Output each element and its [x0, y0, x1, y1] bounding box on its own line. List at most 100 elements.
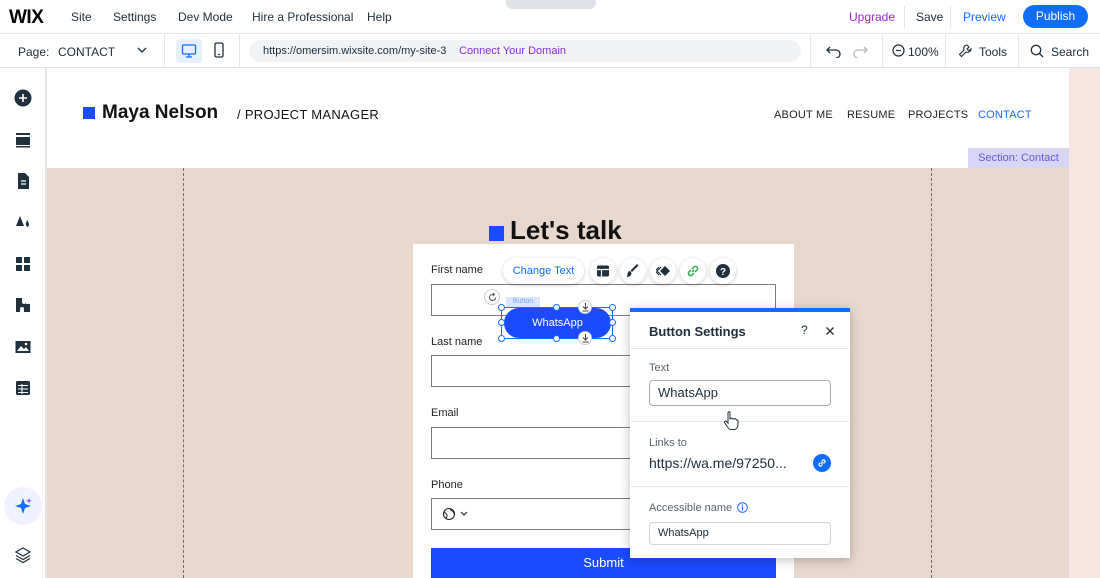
heading-square — [489, 226, 504, 241]
add-elements-icon[interactable] — [14, 89, 32, 107]
save-button[interactable]: Save — [916, 10, 943, 24]
connect-domain-link[interactable]: Connect Your Domain — [459, 45, 566, 57]
resize-handle[interactable] — [498, 319, 505, 326]
grid-guide-right — [931, 168, 932, 578]
divider — [631, 421, 849, 422]
divider — [904, 6, 905, 28]
nav-contact[interactable]: CONTACT — [978, 109, 1032, 121]
section-heading[interactable]: Let's talk — [510, 215, 622, 246]
site-brand-name[interactable]: Maya Nelson — [102, 102, 218, 124]
menu-settings[interactable]: Settings — [113, 10, 156, 24]
divider — [945, 34, 946, 68]
stretch-handle-top[interactable] — [578, 300, 592, 314]
zoom-level[interactable]: 100% — [908, 45, 939, 59]
grid-guide-left — [183, 168, 184, 578]
design-icon[interactable] — [620, 258, 646, 284]
link-value[interactable]: https://wa.me/97250... — [649, 455, 787, 471]
brand-square — [83, 107, 95, 119]
nav-about-me[interactable]: ABOUT ME — [774, 109, 833, 121]
tools-icon[interactable] — [958, 43, 973, 58]
publish-button[interactable]: Publish — [1023, 5, 1088, 28]
edit-link-button[interactable] — [813, 454, 831, 472]
canvas-gutter — [1069, 68, 1100, 578]
phone-label: Phone — [431, 479, 463, 491]
cms-icon[interactable] — [14, 379, 32, 397]
business-apps-icon[interactable] — [14, 296, 32, 314]
help-icon[interactable]: ? — [710, 258, 736, 284]
section-label[interactable]: Section: Contact — [968, 148, 1069, 168]
change-text-button[interactable]: Change Text — [503, 258, 584, 284]
zoom-out-icon[interactable] — [892, 44, 905, 57]
last-name-label: Last name — [431, 336, 483, 348]
resize-handle[interactable] — [553, 335, 560, 342]
layers-icon[interactable] — [14, 546, 32, 564]
text-label: Text — [649, 362, 670, 374]
resize-handle[interactable] — [609, 319, 616, 326]
resize-handle[interactable] — [609, 304, 616, 311]
menu-site[interactable]: Site — [71, 10, 92, 24]
add-section-icon[interactable] — [14, 131, 32, 149]
email-label: Email — [431, 407, 459, 419]
element-type-tag: Button — [506, 297, 540, 307]
close-icon[interactable] — [821, 322, 839, 340]
site-url[interactable]: https://omersim.wixsite.com/my-site-3 — [263, 45, 446, 57]
animation-icon[interactable] — [650, 258, 676, 284]
mobile-view-button[interactable] — [212, 42, 226, 58]
divider — [950, 6, 951, 28]
first-name-label: First name — [431, 264, 483, 276]
chevron-up-icon: ⌃ — [546, 0, 555, 7]
link-icon[interactable] — [680, 258, 706, 284]
search-button[interactable]: Search — [1051, 45, 1089, 59]
site-brand-title[interactable]: / PROJECT MANAGER — [237, 107, 379, 122]
divider — [810, 34, 811, 68]
nav-projects[interactable]: PROJECTS — [908, 109, 968, 121]
menu-hire-professional[interactable]: Hire a Professional — [252, 10, 353, 24]
apps-icon[interactable] — [14, 255, 32, 273]
desktop-view-button[interactable] — [176, 39, 202, 63]
tools-button[interactable]: Tools — [979, 45, 1007, 59]
divider — [164, 34, 165, 68]
divider — [631, 486, 849, 487]
pages-icon[interactable] — [14, 172, 32, 190]
collapse-topbar-handle[interactable]: ⌃ — [506, 0, 596, 9]
chevron-down-icon[interactable] — [137, 45, 147, 55]
search-icon[interactable] — [1030, 44, 1044, 58]
link-icon — [818, 459, 826, 467]
button-text-input[interactable]: WhatsApp — [649, 380, 831, 406]
whatsapp-button[interactable]: WhatsApp — [504, 308, 611, 338]
preview-button[interactable]: Preview — [963, 10, 1006, 24]
panel-help-icon[interactable]: ? — [801, 323, 808, 337]
menu-dev-mode[interactable]: Dev Mode — [178, 10, 233, 24]
upgrade-link[interactable]: Upgrade — [849, 10, 895, 24]
menu-help[interactable]: Help — [367, 10, 392, 24]
redo-icon[interactable] — [852, 44, 868, 58]
resize-handle[interactable] — [609, 335, 616, 342]
divider — [239, 34, 240, 68]
undo-icon[interactable] — [826, 44, 842, 58]
stretch-handle-bottom[interactable] — [578, 331, 592, 345]
divider — [631, 348, 849, 349]
nav-resume[interactable]: RESUME — [847, 109, 895, 121]
theme-icon[interactable] — [14, 213, 32, 231]
layout-icon[interactable] — [590, 258, 616, 284]
page-selector[interactable]: CONTACT — [58, 45, 115, 59]
media-icon[interactable] — [14, 338, 32, 356]
info-icon[interactable] — [737, 502, 748, 513]
wix-logo[interactable]: WIX — [9, 7, 44, 29]
button-settings-panel[interactable] — [630, 308, 850, 558]
desktop-icon — [181, 44, 197, 58]
resize-handle[interactable] — [553, 304, 560, 311]
country-globe-icon — [442, 507, 468, 521]
accessible-name-label: Accessible name — [649, 502, 733, 514]
resize-handle[interactable] — [498, 335, 505, 342]
page-label: Page: — [18, 45, 50, 59]
accessible-name-input[interactable]: WhatsApp — [649, 522, 831, 545]
cursor-icon — [723, 411, 739, 431]
resize-handle[interactable] — [498, 304, 505, 311]
rotate-icon[interactable] — [484, 289, 500, 305]
ai-assistant-button[interactable] — [7, 490, 39, 522]
panel-title: Button Settings — [649, 324, 746, 339]
svg-text:?: ? — [720, 267, 726, 278]
sparkle-icon — [15, 498, 32, 514]
links-to-label: Links to — [649, 437, 687, 449]
